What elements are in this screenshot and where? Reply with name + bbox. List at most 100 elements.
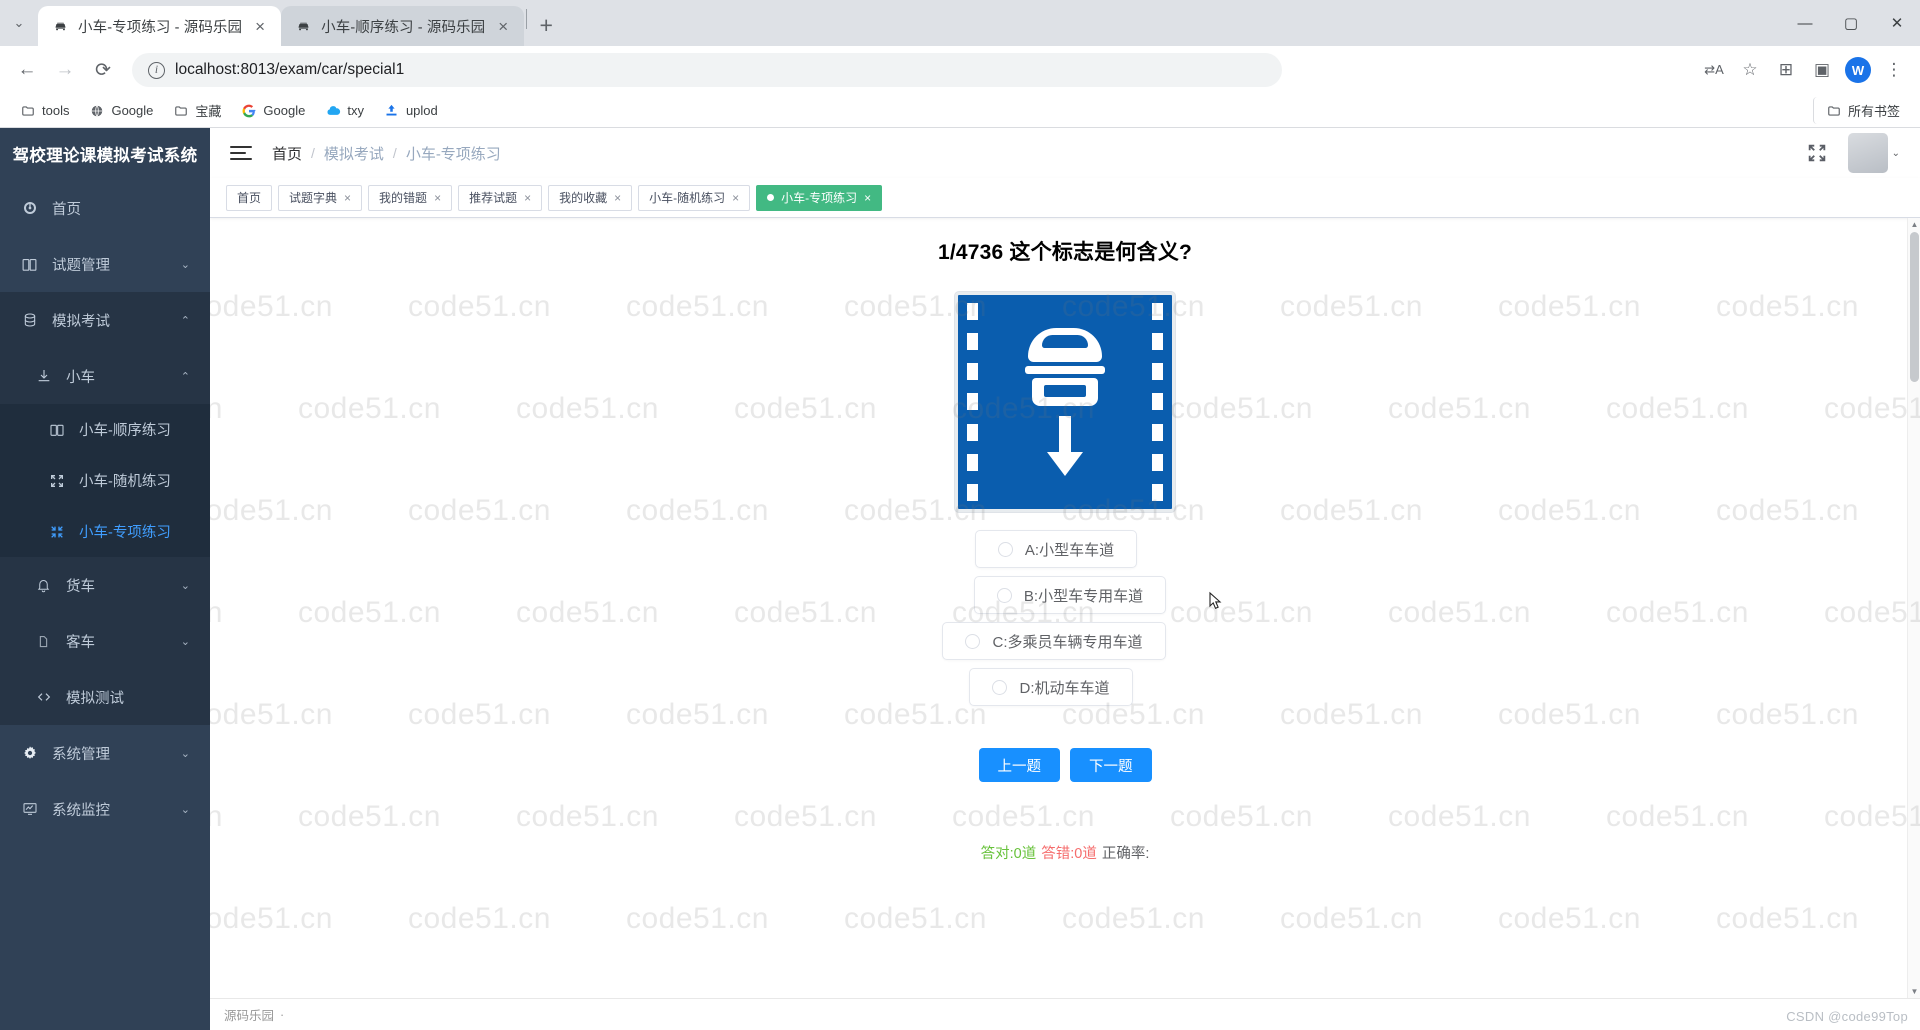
sidebar-item-home[interactable]: 首页 — [0, 180, 210, 236]
watermark-text: code51.cn — [1170, 800, 1313, 833]
close-icon[interactable]: × — [344, 192, 351, 204]
view-tab-favorites[interactable]: 我的收藏 × — [548, 184, 633, 211]
bookmark-star-icon[interactable]: ☆ — [1734, 54, 1766, 86]
sidebar-item-mock-exam[interactable]: 模拟考试 ⌃ — [0, 292, 210, 348]
reload-button[interactable]: ⟳ — [86, 53, 120, 87]
sidebar-item-car[interactable]: 小车 ⌃ — [0, 348, 210, 404]
radio-icon[interactable] — [997, 541, 1013, 557]
omnibar-actions: ⇄A ☆ ⊞ ▣ W ⋮ — [1698, 54, 1910, 86]
browser-tabstrip: ⌄ 小车-专项练习 - 源码乐园 × 小车-顺序练习 - 源码乐园 × + — … — [0, 0, 1920, 46]
sidebar-item-mock-test[interactable]: 模拟测试 — [0, 669, 210, 725]
maximize-button[interactable]: ▢ — [1828, 0, 1874, 46]
sidebar-item-car-special[interactable]: 小车-专项练习 — [0, 506, 210, 557]
sidebar-item-label: 首页 — [52, 201, 81, 218]
bookmark-baozang[interactable]: 宝藏 — [165, 97, 229, 124]
score-wrong: 答错:0道 — [1041, 846, 1097, 862]
breadcrumb: 首页 / 模拟考试 / 小车-专项练习 — [272, 143, 501, 164]
sidebar-item-label: 小车-专项练习 — [79, 525, 171, 541]
fullscreen-icon[interactable] — [1806, 142, 1828, 164]
site-info-icon[interactable]: i — [148, 61, 165, 79]
app-main: 首页 / 模拟考试 / 小车-专项练习 ⌄ 首页 试题字典 × 我的错题 × 推… — [210, 128, 1920, 1030]
view-tabs-bar: 首页 试题字典 × 我的错题 × 推荐试题 × 我的收藏 × 小车-随机练习 ×… — [210, 178, 1920, 218]
sidebar-item-label: 小车-随机练习 — [79, 474, 171, 490]
browser-window: ⌄ 小车-专项练习 - 源码乐园 × 小车-顺序练习 - 源码乐园 × + — … — [0, 0, 1920, 1030]
view-tab-wrong-questions[interactable]: 我的错题 × — [368, 184, 453, 211]
bookmark-txy[interactable]: txy — [317, 99, 372, 123]
close-icon[interactable]: × — [494, 18, 512, 35]
view-tab-dictionary[interactable]: 试题字典 × — [278, 184, 363, 211]
bookmark-tools[interactable]: tools — [12, 99, 77, 123]
close-icon[interactable]: × — [864, 192, 871, 204]
bookmark-google-1[interactable]: Google — [81, 99, 161, 123]
new-tab-button[interactable]: + — [529, 8, 563, 42]
view-tab-recommended[interactable]: 推荐试题 × — [458, 184, 543, 211]
app-sidebar: 驾校理论课模拟考试系统 首页 试题管理 ⌄ 模拟考试 ⌃ 小车 ⌃ 小车-顺序练… — [0, 128, 210, 1030]
radio-icon[interactable] — [996, 587, 1012, 603]
close-icon[interactable]: × — [614, 192, 621, 204]
sidebar-item-car-random[interactable]: 小车-随机练习 — [0, 455, 210, 506]
scroll-down-arrow-icon[interactable]: ▼ — [1908, 985, 1920, 998]
bell-icon — [34, 578, 53, 593]
option-d[interactable]: D:机动车车道 — [969, 668, 1133, 706]
profile-avatar[interactable]: W — [1842, 54, 1874, 86]
book-icon — [47, 422, 66, 438]
menu-fold-icon[interactable] — [230, 146, 252, 160]
address-bar[interactable]: i localhost:8013/exam/car/special1 — [132, 53, 1282, 87]
side-panel-icon[interactable]: ▣ — [1806, 54, 1838, 86]
chrome-menu-icon[interactable]: ⋮ — [1878, 54, 1910, 86]
close-icon[interactable]: × — [251, 18, 269, 35]
minimize-button[interactable]: — — [1782, 0, 1828, 46]
avatar-initial: W — [1845, 57, 1871, 83]
window-close-button[interactable]: ✕ — [1874, 0, 1920, 46]
sidebar-item-system-monitor[interactable]: 系统监控 ⌄ — [0, 781, 210, 837]
option-c[interactable]: C:多乘员车辆专用车道 — [942, 622, 1166, 660]
web-page: 驾校理论课模拟考试系统 首页 试题管理 ⌄ 模拟考试 ⌃ 小车 ⌃ 小车-顺序练… — [0, 128, 1920, 1030]
view-tab-label: 我的收藏 — [559, 191, 608, 205]
back-button[interactable]: ← — [10, 53, 44, 87]
view-tab-car-random[interactable]: 小车-随机练习 × — [638, 184, 751, 211]
close-icon[interactable]: × — [732, 192, 739, 204]
tab-search-chevron-icon[interactable]: ⌄ — [0, 0, 38, 46]
user-menu[interactable]: ⌄ — [1847, 133, 1900, 173]
sidebar-item-truck[interactable]: 货车 ⌄ — [0, 557, 210, 613]
bookmark-google-2[interactable]: Google — [233, 99, 313, 123]
footer-brand: 源码乐园 — [224, 1009, 275, 1023]
sidebar-item-question-mgmt[interactable]: 试题管理 ⌄ — [0, 236, 210, 292]
scrollbar-thumb[interactable] — [1910, 232, 1919, 382]
question-image-wrap — [210, 292, 1920, 512]
sidebar-item-label: 系统监控 — [52, 802, 110, 819]
sidebar-item-system-mgmt[interactable]: 系统管理 ⌄ — [0, 725, 210, 781]
sidebar-item-bus[interactable]: 客车 ⌄ — [0, 613, 210, 669]
active-dot-icon — [767, 194, 775, 201]
chevron-down-icon: ⌄ — [180, 635, 190, 648]
bookmarks-bar: tools Google 宝藏 Google txy uplod 所有书签 — [0, 94, 1920, 128]
translate-icon[interactable]: ⇄A — [1698, 54, 1730, 86]
url-text: localhost:8013/exam/car/special1 — [175, 61, 405, 78]
close-icon[interactable]: × — [524, 192, 531, 204]
view-tab-car-special[interactable]: 小车-专项练习 × — [756, 184, 883, 211]
browser-tab-1[interactable]: 小车-顺序练习 - 源码乐园 × — [281, 6, 525, 46]
browser-tab-0[interactable]: 小车-专项练习 - 源码乐园 × — [38, 6, 282, 46]
next-question-button[interactable]: 下一题 — [1070, 748, 1152, 782]
radio-icon[interactable] — [965, 633, 981, 649]
extensions-icon[interactable]: ⊞ — [1770, 54, 1802, 86]
bookmark-label: uplod — [405, 103, 438, 118]
option-b[interactable]: B:小型车专用车道 — [973, 576, 1167, 614]
page-footer: 源码乐园 · — [210, 998, 1920, 1030]
doc-icon — [34, 634, 53, 649]
scroll-up-arrow-icon[interactable]: ▲ — [1908, 218, 1920, 231]
option-a[interactable]: A:小型车车道 — [974, 530, 1138, 568]
all-bookmarks-button[interactable]: 所有书签 — [1812, 97, 1908, 124]
prev-question-button[interactable]: 上一题 — [978, 748, 1060, 782]
view-tab-home[interactable]: 首页 — [226, 184, 273, 211]
sidebar-item-car-sequential[interactable]: 小车-顺序练习 — [0, 404, 210, 455]
breadcrumb-item-home[interactable]: 首页 — [272, 143, 302, 164]
page-scrollbar[interactable]: ▲ ▼ — [1907, 218, 1920, 998]
radio-icon[interactable] — [992, 679, 1008, 695]
bookmark-uplod[interactable]: uplod — [376, 99, 446, 123]
breadcrumb-separator: / — [392, 145, 397, 161]
forward-button[interactable]: → — [48, 53, 82, 87]
road-sign-image — [955, 292, 1175, 512]
folder-icon — [20, 103, 36, 119]
close-icon[interactable]: × — [434, 192, 441, 204]
